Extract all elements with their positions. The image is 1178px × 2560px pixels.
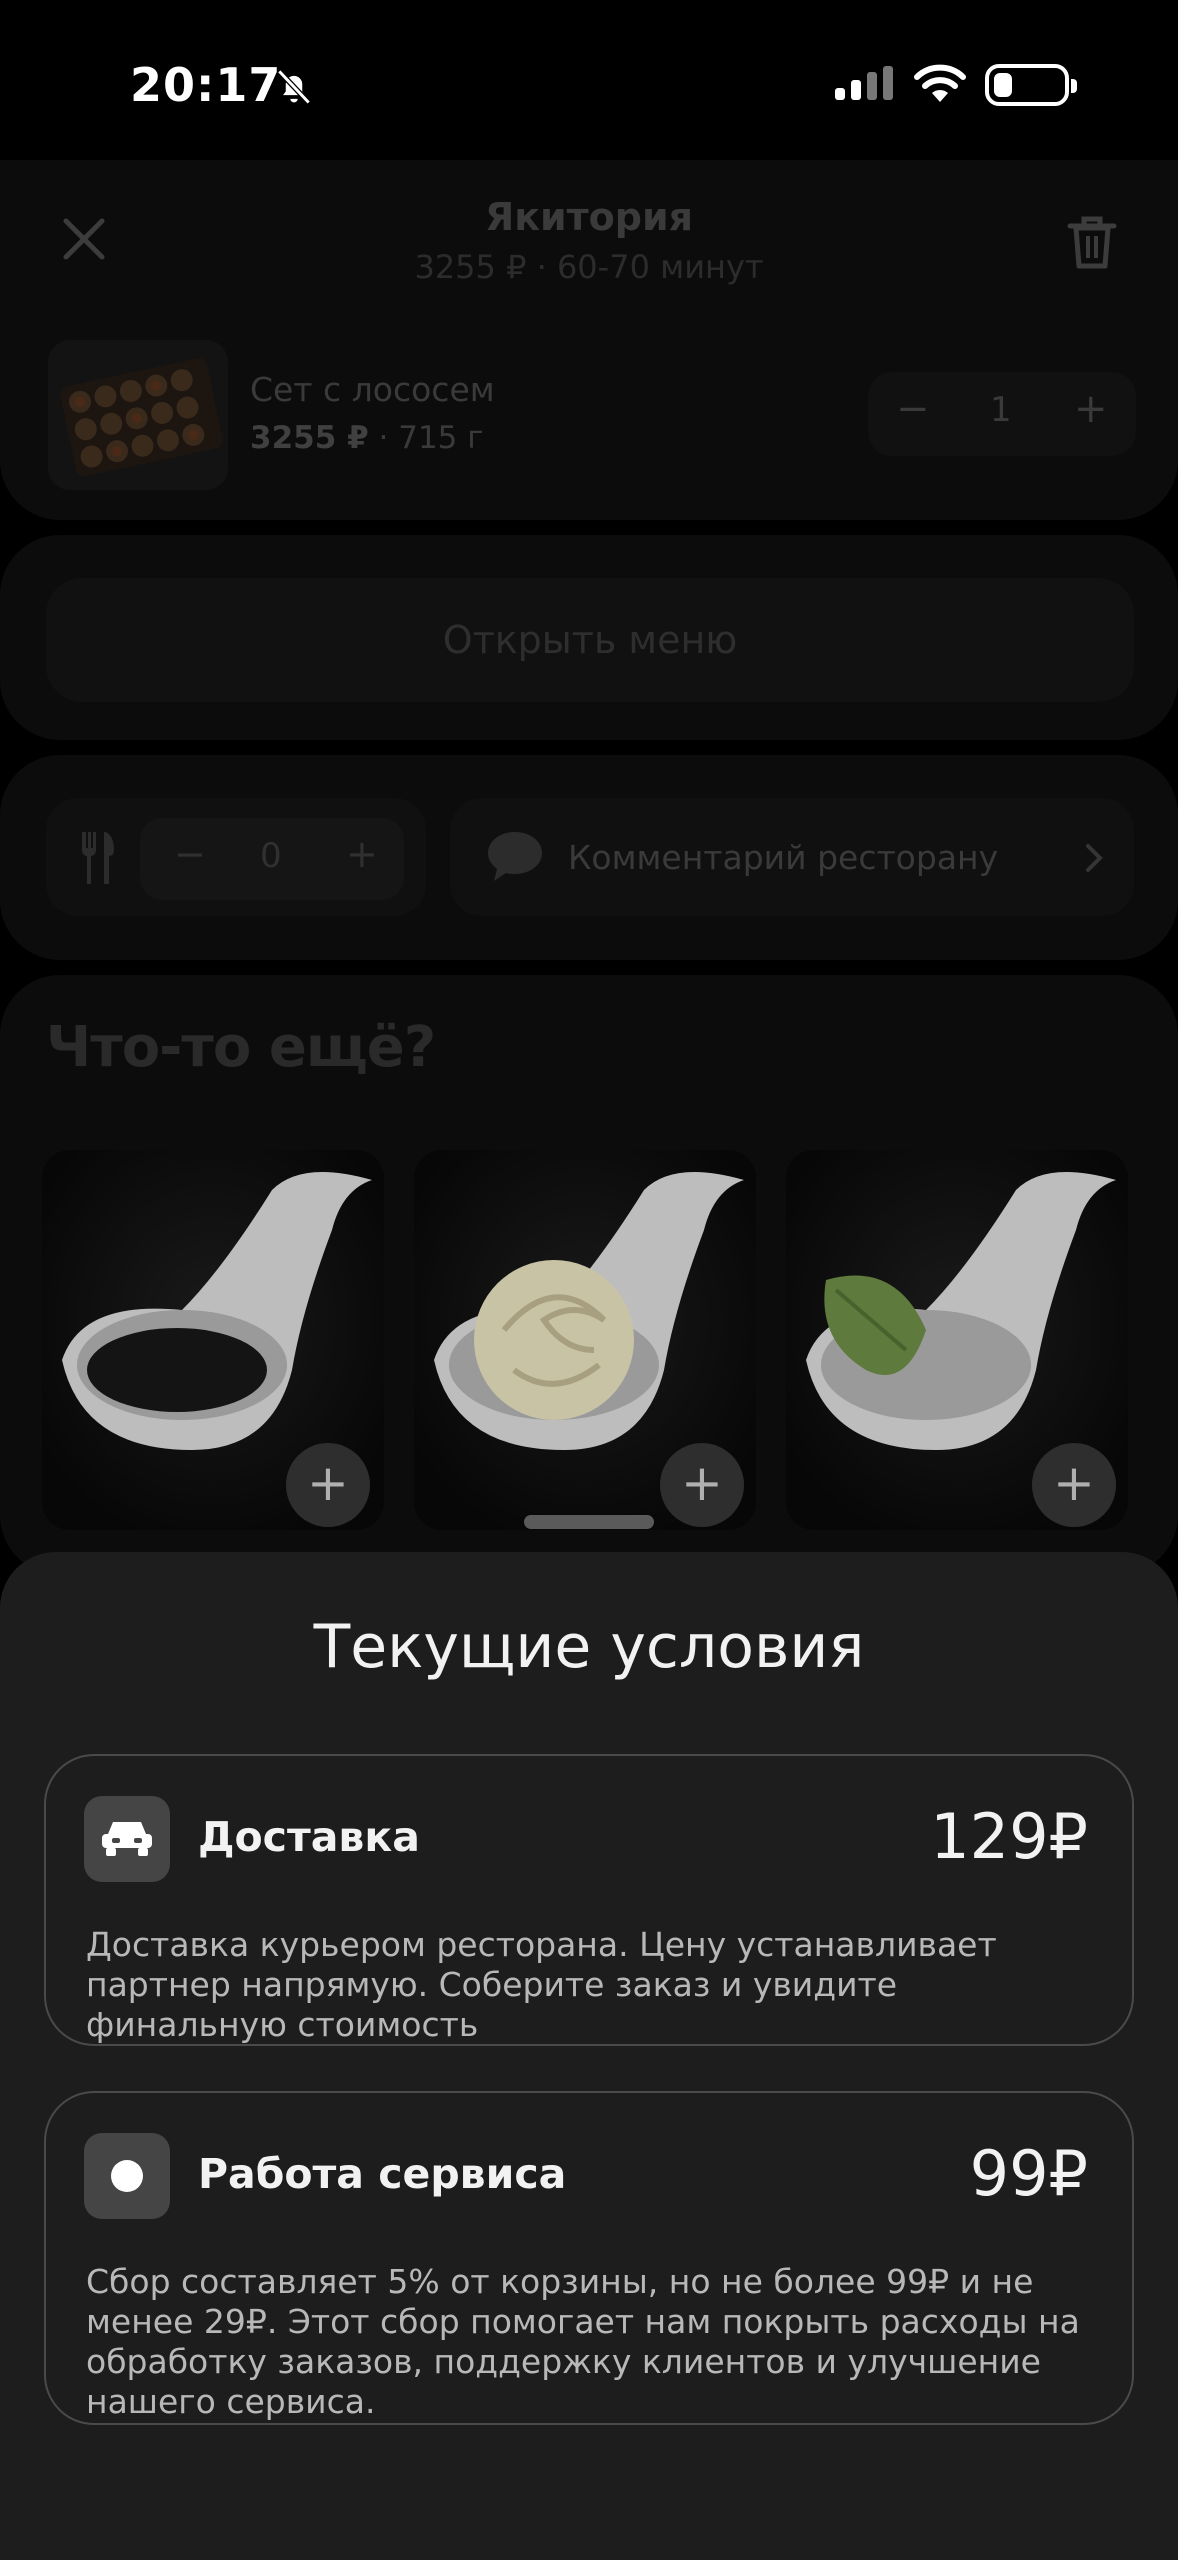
cutlery-count: 0 — [260, 836, 282, 876]
cutlery-increase-button[interactable]: + — [346, 832, 378, 876]
cellular-signal-icon — [835, 66, 893, 100]
trash-icon[interactable] — [1062, 212, 1122, 272]
cutlery-decrease-button[interactable]: − — [174, 832, 206, 876]
restaurant-summary: 3255 ₽ · 60-70 минут — [414, 248, 764, 286]
delivery-condition-name: Доставка — [198, 1813, 420, 1861]
add-pickled-ginger-button[interactable]: + — [660, 1443, 744, 1527]
cutlery-icon — [82, 832, 114, 884]
restaurant-name: Якитория — [484, 195, 694, 239]
cutlery-stepper: − 0 + — [140, 818, 404, 900]
cart-item-quantity: 1 — [990, 390, 1012, 430]
wifi-icon — [914, 64, 966, 102]
decrease-quantity-button[interactable]: − — [896, 386, 930, 432]
cart-item-weight: · 715 г — [378, 420, 484, 456]
salmon-set-image — [48, 340, 228, 490]
car-icon — [84, 1796, 170, 1882]
dot-icon — [84, 2133, 170, 2219]
add-soy-sauce-button[interactable]: + — [286, 1443, 370, 1527]
status-bar: 20:17 — [0, 0, 1178, 170]
sheet-grabber[interactable] — [524, 1515, 654, 1529]
cart-item-price-line: 3255 ₽ · 715 г — [250, 420, 484, 456]
delivery-condition-description: Доставка курьером ресторана. Цену устана… — [86, 1925, 997, 2044]
service-fee-condition-name: Работа сервиса — [198, 2150, 567, 2198]
service-fee-condition-price: 99₽ — [969, 2137, 1088, 2210]
comment-label: Комментарий ресторану — [568, 838, 999, 877]
battery-icon — [985, 64, 1077, 106]
chat-bubble-icon — [488, 832, 542, 881]
cart-item-quantity-stepper: − 1 + — [868, 372, 1136, 456]
add-wasabi-button[interactable]: + — [1032, 1443, 1116, 1527]
bell-muted-icon — [277, 69, 311, 105]
sheet-title: Текущие условия — [313, 1612, 865, 1682]
delivery-condition-price: 129₽ — [930, 1800, 1088, 1873]
cart-item-price: 3255 ₽ — [250, 420, 369, 456]
chevron-right-icon — [1086, 844, 1103, 872]
upsell-title: Что-то ещё? — [46, 1015, 436, 1080]
service-fee-condition-description: Сбор составляет 5% от корзины, но не бол… — [86, 2262, 1080, 2421]
status-time: 20:17 — [130, 58, 282, 112]
open-menu-button[interactable]: Открыть меню — [46, 578, 1134, 702]
cart-item-name: Сет с лососем — [250, 370, 495, 409]
increase-quantity-button[interactable]: + — [1074, 386, 1108, 432]
